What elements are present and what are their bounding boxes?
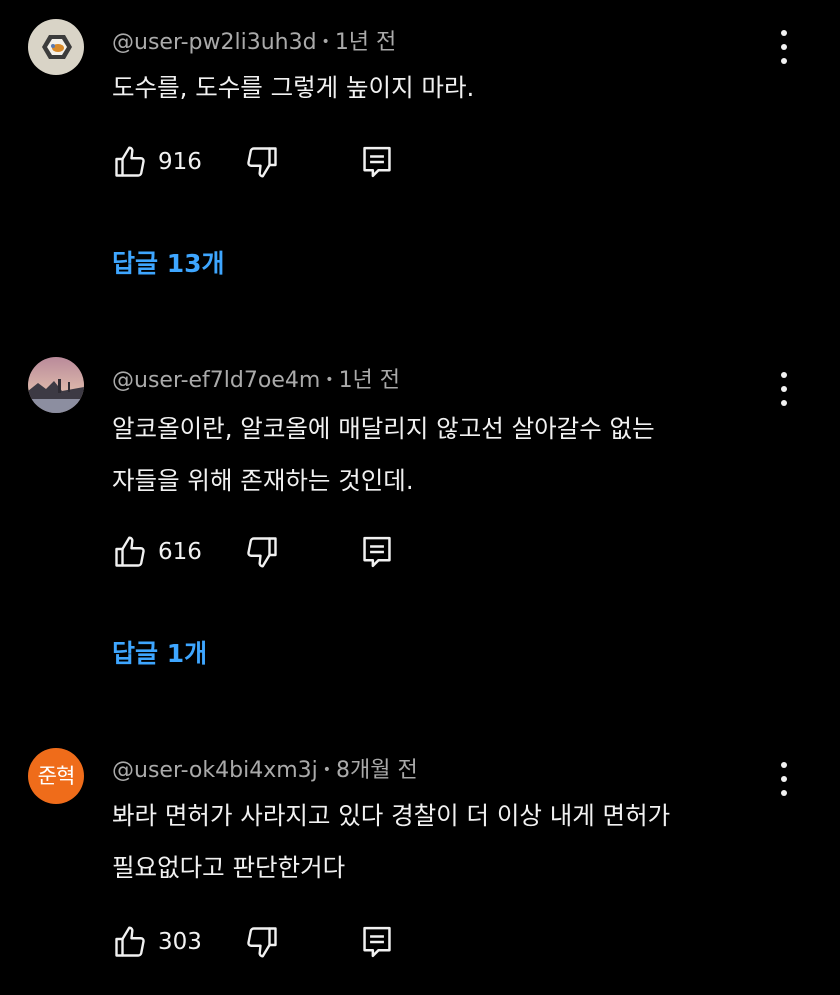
comment-time: 1년 전 bbox=[334, 30, 397, 55]
comment-text: 봐라 면허가 사라지고 있다 경찰이 더 이상 내게 면허가 필요없다고 판단한… bbox=[112, 792, 772, 892]
more-vertical-icon-dot bbox=[781, 58, 787, 64]
reply-button[interactable] bbox=[360, 532, 394, 572]
reply-button[interactable] bbox=[360, 142, 394, 182]
more-vertical-icon-dot bbox=[781, 400, 787, 406]
comment-meta: @user-pw2li3uh3d • 1년 전 bbox=[112, 24, 396, 56]
comment-text-line: 알코올이란, 알코올에 매달리지 않고선 살아갈수 없는 bbox=[112, 414, 655, 443]
like-count: 616 bbox=[158, 539, 202, 565]
more-vertical-icon-dot bbox=[781, 790, 787, 796]
comment-text-line: 도수를, 도수를 그렇게 높이지 마라. bbox=[112, 73, 475, 102]
comment-author[interactable]: @user-ok4bi4xm3j bbox=[112, 758, 318, 783]
view-replies-link[interactable]: 답글 1개 bbox=[112, 634, 207, 670]
thumbs-up-icon bbox=[115, 146, 145, 177]
reply-button[interactable] bbox=[360, 922, 394, 962]
more-vertical-icon-dot bbox=[781, 44, 787, 50]
comment-time: 8개월 전 bbox=[336, 758, 418, 783]
comment-text-line: 자들을 위해 존재하는 것인데. bbox=[112, 466, 414, 495]
more-vertical-icon bbox=[781, 30, 787, 36]
thumbs-up-icon bbox=[115, 536, 145, 567]
dislike-button[interactable] bbox=[244, 142, 280, 182]
avatar-initial: 준혁 bbox=[37, 764, 76, 788]
avatar[interactable] bbox=[28, 357, 84, 413]
like-button[interactable]: 616 bbox=[112, 532, 202, 572]
like-button[interactable]: 303 bbox=[112, 922, 202, 962]
like-count: 916 bbox=[158, 149, 202, 175]
comment-time: 1년 전 bbox=[338, 368, 401, 393]
dislike-button[interactable] bbox=[244, 532, 280, 572]
reply-comment-icon bbox=[363, 536, 391, 568]
meta-separator: • bbox=[325, 372, 334, 388]
comment-text-line: 봐라 면허가 사라지고 있다 경찰이 더 이상 내게 면허가 bbox=[112, 801, 671, 830]
view-replies-link[interactable]: 답글 13개 bbox=[112, 244, 225, 280]
comment-text: 알코올이란, 알코올에 매달리지 않고선 살아갈수 없는 자들을 위해 존재하는… bbox=[112, 405, 772, 505]
like-count: 303 bbox=[158, 929, 202, 955]
comment-text-line: 필요없다고 판단한거다 bbox=[112, 853, 346, 882]
dislike-button[interactable] bbox=[244, 922, 280, 962]
more-vertical-icon-dot bbox=[781, 386, 787, 392]
more-vertical-icon bbox=[781, 372, 787, 378]
reply-comment-icon bbox=[363, 926, 391, 958]
thumbs-down-icon bbox=[247, 537, 277, 568]
avatar[interactable] bbox=[28, 19, 84, 75]
thumbs-up-icon bbox=[115, 926, 145, 957]
meta-separator: • bbox=[322, 762, 332, 778]
sunset-landscape-avatar-icon bbox=[28, 357, 84, 413]
more-vertical-icon-dot bbox=[781, 776, 787, 782]
thumbs-down-icon bbox=[247, 927, 277, 958]
comment-author[interactable]: @user-ef7ld7oe4m bbox=[112, 368, 320, 393]
meta-separator: • bbox=[321, 34, 330, 50]
more-vertical-icon bbox=[781, 762, 787, 768]
comment-author[interactable]: @user-pw2li3uh3d bbox=[112, 30, 317, 55]
comment-text: 도수를, 도수를 그렇게 높이지 마라. bbox=[112, 64, 772, 112]
more-options-button[interactable] bbox=[772, 372, 796, 406]
avatar[interactable]: 준혁 bbox=[28, 748, 84, 804]
comment-meta: @user-ok4bi4xm3j • 8개월 전 bbox=[112, 752, 418, 784]
thumbs-down-icon bbox=[247, 147, 277, 178]
more-options-button[interactable] bbox=[772, 30, 796, 64]
like-button[interactable]: 916 bbox=[112, 142, 202, 182]
more-options-button[interactable] bbox=[772, 762, 796, 796]
hexagon-toy-avatar-icon bbox=[28, 19, 84, 75]
comment-meta: @user-ef7ld7oe4m • 1년 전 bbox=[112, 362, 400, 394]
reply-comment-icon bbox=[363, 146, 391, 178]
